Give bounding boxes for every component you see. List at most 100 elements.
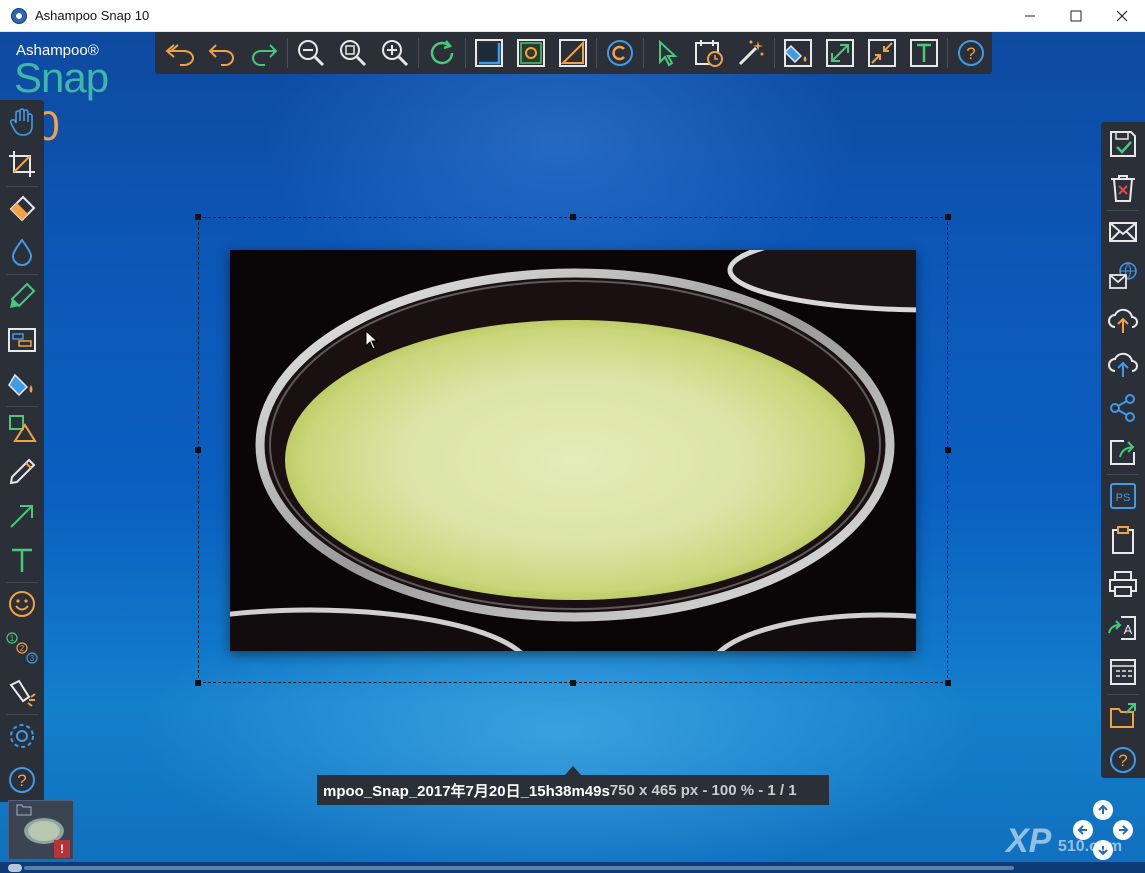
resize-handle-e[interactable] <box>945 447 951 453</box>
toolbar-separator <box>6 714 38 715</box>
resize-handle-se[interactable] <box>945 680 951 686</box>
arrow-tool-button[interactable] <box>2 496 42 536</box>
magic-wand-button[interactable] <box>732 35 770 71</box>
screenshot-image[interactable] <box>230 250 916 651</box>
text-tool-button[interactable] <box>2 540 42 580</box>
shapes-tool-button[interactable] <box>2 408 42 448</box>
help-icon: ? <box>957 40 984 66</box>
magic-wand-icon <box>738 40 764 66</box>
fill-icon <box>783 39 812 67</box>
toolbar-separator <box>6 406 38 407</box>
arrow-icon <box>10 505 33 528</box>
refresh-button[interactable] <box>423 35 461 71</box>
blur-tool-button[interactable] <box>2 232 42 272</box>
delete-button[interactable] <box>1103 168 1143 208</box>
help-left-button[interactable]: ? <box>2 760 42 800</box>
ocr-button[interactable]: A <box>1103 608 1143 648</box>
crop-tool-button[interactable] <box>2 144 42 184</box>
help-top-button[interactable]: ? <box>952 35 990 71</box>
border-button[interactable] <box>470 35 508 71</box>
web-email-button[interactable] <box>1103 256 1143 296</box>
delete-icon <box>1111 175 1135 202</box>
expand-button[interactable] <box>821 35 859 71</box>
focus-button[interactable] <box>512 35 550 71</box>
zoom-in-button[interactable] <box>376 35 414 71</box>
open-folder-button[interactable] <box>1103 696 1143 736</box>
maximize-icon <box>1070 10 1082 22</box>
resize-handle-w[interactable] <box>195 447 201 453</box>
help-right-button[interactable]: ? <box>1103 740 1143 780</box>
spotlight-tool-button[interactable] <box>2 672 42 712</box>
scrollbar-track[interactable] <box>24 866 1014 870</box>
svg-text:A: A <box>1124 622 1133 637</box>
resize-icon <box>559 39 587 67</box>
resize-handle-n[interactable] <box>570 214 576 220</box>
resize-handle-nw[interactable] <box>195 214 201 220</box>
email-button[interactable] <box>1103 212 1143 252</box>
redo-button[interactable] <box>245 35 283 71</box>
zoom-out-button[interactable] <box>292 35 330 71</box>
export-button[interactable] <box>1103 432 1143 472</box>
copyright-button[interactable] <box>601 35 639 71</box>
print-button[interactable] <box>1103 564 1143 604</box>
pencil-icon <box>9 458 36 485</box>
resize-handle-s[interactable] <box>570 680 576 686</box>
catalog-button[interactable] <box>1103 652 1143 692</box>
timestamp-button[interactable] <box>690 35 728 71</box>
cloud-upload-2-button[interactable] <box>1103 344 1143 384</box>
copyright-icon <box>606 40 633 66</box>
fill-tool-button[interactable] <box>2 364 42 404</box>
resize-handle-ne[interactable] <box>945 214 951 220</box>
photoshop-icon: PS <box>1110 483 1136 509</box>
cursor-button[interactable] <box>648 35 686 71</box>
undo-all-button[interactable] <box>161 35 199 71</box>
svg-text:?: ? <box>1118 751 1127 770</box>
cloud-upload-button[interactable] <box>1103 300 1143 340</box>
close-button[interactable] <box>1099 0 1145 32</box>
maximize-button[interactable] <box>1053 0 1099 32</box>
undo-button[interactable] <box>203 35 241 71</box>
arrow-up-icon <box>1098 804 1108 814</box>
toolbar-separator <box>596 38 597 68</box>
nav-up-button[interactable] <box>1093 800 1113 820</box>
scrollbar-thumb[interactable] <box>8 864 22 872</box>
save-button[interactable] <box>1103 124 1143 164</box>
emoji-tool-button[interactable] <box>2 584 42 624</box>
undo-all-icon <box>165 44 194 66</box>
svg-text:2: 2 <box>20 644 25 653</box>
highlighter-tool-button[interactable] <box>2 276 42 316</box>
image-filename: mpoo_Snap_2017年7月20日_15h38m49s <box>323 782 610 800</box>
pencil-tool-button[interactable] <box>2 452 42 492</box>
share-icon <box>1110 394 1135 422</box>
hand-tool-button[interactable] <box>2 102 42 142</box>
zoom-fit-button[interactable] <box>334 35 372 71</box>
toolbar-separator <box>642 38 644 68</box>
web-email-icon <box>1109 262 1137 289</box>
text-box-tool-button[interactable] <box>2 320 42 360</box>
share-button[interactable] <box>1103 388 1143 428</box>
image-info: 750 x 465 px - 100 % - 1 / 1 <box>609 781 797 799</box>
zoom-in-icon <box>382 40 409 67</box>
svg-text:PS: PS <box>1116 492 1131 504</box>
clipboard-button[interactable] <box>1103 520 1143 560</box>
window-controls <box>1007 0 1145 32</box>
window-title: Ashampoo Snap 10 <box>35 8 150 23</box>
resize-button[interactable] <box>554 35 592 71</box>
shrink-button[interactable] <box>863 35 901 71</box>
resize-handle-sw[interactable] <box>195 680 201 686</box>
eraser-tool-button[interactable] <box>2 188 42 228</box>
numbering-tool-button[interactable]: 123 <box>2 628 42 668</box>
open-folder-icon <box>1110 703 1136 728</box>
watermark-logo: XP 510.com <box>1006 822 1136 862</box>
photoshop-button[interactable]: PS <box>1103 476 1143 516</box>
settings-button[interactable] <box>2 716 42 756</box>
minimize-button[interactable] <box>1007 0 1053 32</box>
border-icon <box>474 39 503 67</box>
fill-button[interactable] <box>779 35 817 71</box>
catalog-icon <box>1110 659 1136 685</box>
cloud-upload-icon <box>1108 308 1138 333</box>
hand-icon <box>9 108 33 136</box>
expand-icon <box>825 39 854 67</box>
title-bar: Ashampoo Snap 10 <box>0 0 1145 32</box>
text-frame-button[interactable] <box>905 35 943 71</box>
